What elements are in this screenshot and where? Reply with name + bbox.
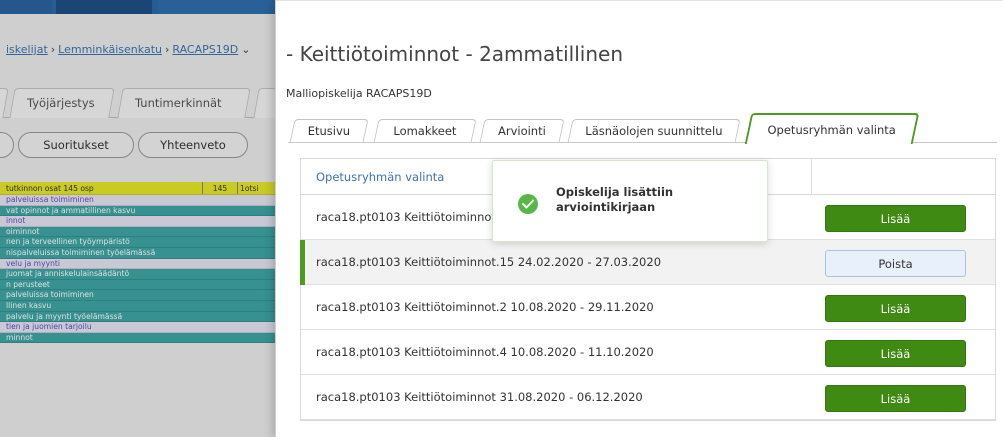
add-button[interactable]: Lisää (825, 205, 966, 232)
tab-front-page[interactable]: Etusivu (289, 119, 369, 143)
table-row: raca18.pt0103 Keittiötoiminnot.15 24.02.… (300, 240, 995, 285)
tab-forms[interactable]: Lomakkeet (373, 119, 477, 143)
course-dialog: - Keittiötoiminnot - 2ammatillinen Malli… (275, 0, 1003, 437)
success-toast[interactable]: Opiskelija lisättiin arviointikirjaan (492, 160, 768, 242)
add-button[interactable]: Lisää (825, 340, 966, 367)
tab-group-selection[interactable]: Opetusryhmän valinta (744, 113, 920, 144)
group-name: raca18.pt0103 Keittiötoiminnot.4 10.08.2… (316, 345, 654, 359)
add-button[interactable]: Lisää (825, 385, 966, 412)
background-app: iskelijat › Lemminkäisenkatu › RACAPS19D ⌄ Ty… (0, 0, 275, 437)
modal-overlay[interactable] (0, 0, 275, 437)
group-name: raca18.pt0103 Keittiötoiminnot.15 24.02.… (316, 255, 662, 269)
group-name: raca18.pt0103 Keittiötoiminnot.2 10.08.2… (316, 300, 654, 314)
toast-message: Opiskelija lisättiin arviointikirjaan (556, 185, 674, 214)
remove-button[interactable]: Poista (825, 250, 966, 277)
group-name: raca18.pt0103 Keittiötoiminnot (316, 210, 496, 224)
tab-attendance-planning[interactable]: Läsnäolojen suunnittelu (567, 119, 741, 143)
column-header-group: Opetusryhmän valinta (316, 170, 445, 184)
table-row: raca18.pt0103 Keittiötoiminnot.4 10.08.2… (301, 330, 995, 375)
student-name: Malliopiskelija RACAPS19D (286, 87, 432, 100)
group-name: raca18.pt0103 Keittiötoiminnot 31.08.202… (316, 390, 643, 404)
check-circle-icon (518, 194, 538, 214)
tab-assessment[interactable]: Arviointi (479, 119, 565, 143)
table-row: raca18.pt0103 Keittiötoiminnot.2 10.08.2… (301, 285, 995, 330)
dialog-tabs: Etusivu Lomakkeet Arviointi Läsnäolojen … (288, 113, 998, 144)
table-row: raca18.pt0103 Keittiötoiminnot 31.08.202… (301, 375, 995, 420)
dialog-title: - Keittiötoiminnot - 2ammatillinen (286, 42, 623, 66)
add-button[interactable]: Lisää (825, 295, 966, 322)
